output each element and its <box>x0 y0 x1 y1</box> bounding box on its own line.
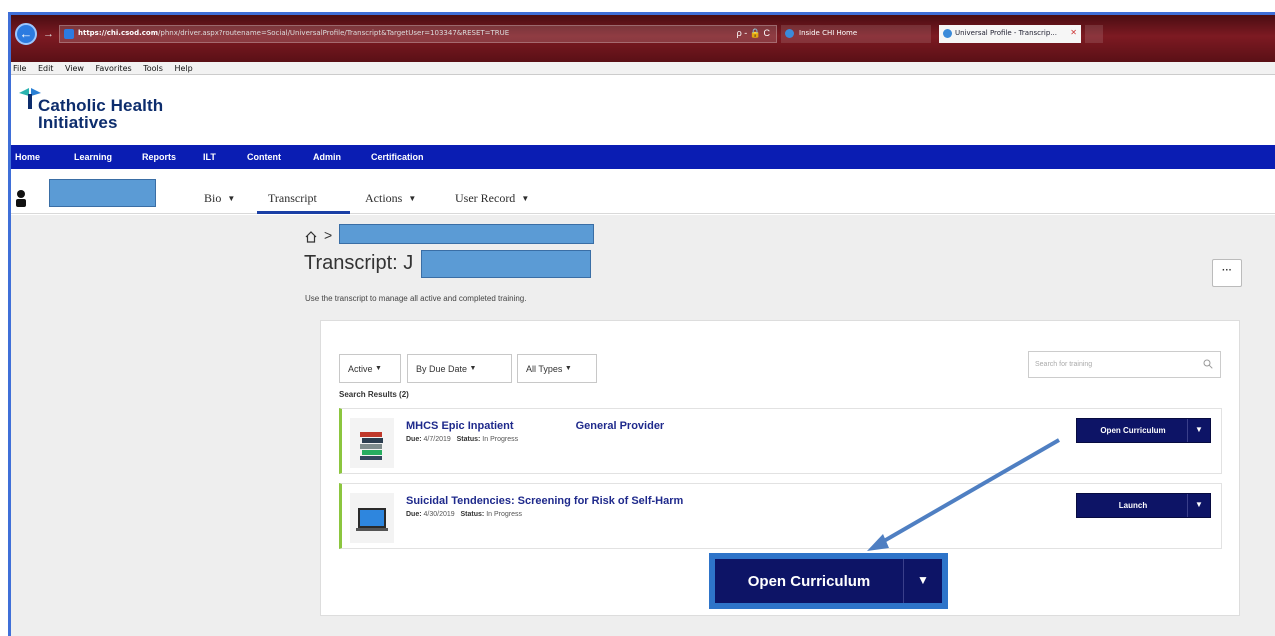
user-icon <box>16 190 26 207</box>
main-nav: Home Learning Reports ILT Content Admin … <box>11 145 1275 169</box>
tab-universal-profile[interactable]: Universal Profile - Transcrip... ✕ <box>939 25 1081 43</box>
back-button[interactable]: ← <box>15 23 37 45</box>
callout-highlight: Open Curriculum ▼ <box>709 553 948 609</box>
nav-ilt[interactable]: ILT <box>203 152 216 162</box>
close-tab-icon[interactable]: ✕ <box>1070 28 1077 37</box>
browser-window: ← → https://chi.csod.com/phnx/driver.asp… <box>8 12 1275 636</box>
more-options-button[interactable]: ··· <box>1212 259 1242 287</box>
type-filter-dropdown[interactable]: All Types ▼ <box>517 354 597 383</box>
chevron-down-icon: ▼ <box>408 194 417 203</box>
site-header: Catholic Health Initiatives <box>11 76 1275 145</box>
redacted-title-name <box>421 250 591 278</box>
chevron-down-icon: ▼ <box>227 194 236 203</box>
menu-help[interactable]: Help <box>174 64 192 73</box>
training-item-mhcs-epic: MHCS Epic Inpatient General Provider Due:… <box>339 408 1222 474</box>
chevron-down-icon[interactable]: ▼ <box>1187 494 1210 517</box>
tab-inside-chi-home[interactable]: Inside CHI Home <box>781 25 931 43</box>
tab-transcript[interactable]: Transcript <box>268 191 317 206</box>
sort-dropdown[interactable]: By Due Date ▼ <box>407 354 512 383</box>
address-bar[interactable]: https://chi.csod.com/phnx/driver.aspx?ro… <box>59 25 777 43</box>
address-actions[interactable]: ρ - 🔒 C <box>737 28 770 39</box>
page-icon <box>64 29 74 39</box>
tab-actions[interactable]: Actions ▼ <box>365 191 416 206</box>
chevron-down-icon: ▼ <box>375 365 382 372</box>
training-subtitle: General Provider <box>575 420 665 432</box>
profile-bar: Bio ▼ Transcript Actions ▼ User Record ▼ <box>11 169 1275 214</box>
monitor-icon <box>350 493 394 543</box>
chevron-down-icon: ▼ <box>564 365 572 372</box>
menu-file[interactable]: File <box>13 64 26 73</box>
search-results-count: Search Results (2) <box>339 390 409 399</box>
browser-toolbar: ← → https://chi.csod.com/phnx/driver.asp… <box>11 15 1275 62</box>
breadcrumb-separator: > <box>324 227 333 243</box>
chevron-down-icon: ▼ <box>521 194 530 203</box>
logo-text[interactable]: Catholic Health Initiatives <box>38 97 163 131</box>
training-meta: Due: 4/7/2019 Status: In Progress <box>406 436 519 443</box>
nav-certification[interactable]: Certification <box>371 152 424 162</box>
redacted-breadcrumb <box>339 224 594 244</box>
open-curriculum-button[interactable]: Open Curriculum ▼ <box>1076 418 1211 443</box>
nav-learning[interactable]: Learning <box>74 152 112 162</box>
redacted-user-name <box>49 179 156 207</box>
nav-admin[interactable]: Admin <box>313 152 341 162</box>
transcript-card: Active ▼ By Due Date ▼ All Types ▼ Searc… <box>320 320 1240 616</box>
forward-button[interactable]: → <box>43 28 54 40</box>
nav-home[interactable]: Home <box>15 152 40 162</box>
ie-tab-icon <box>943 29 952 38</box>
search-input[interactable]: Search for training <box>1028 351 1221 378</box>
chevron-down-icon[interactable]: ▼ <box>903 559 942 603</box>
page-description: Use the transcript to manage all active … <box>305 294 527 303</box>
url-text: https://chi.csod.com/phnx/driver.aspx?ro… <box>78 29 510 37</box>
nav-reports[interactable]: Reports <box>142 152 176 162</box>
status-filter-dropdown[interactable]: Active ▼ <box>339 354 401 383</box>
tab-user-record[interactable]: User Record ▼ <box>455 191 529 206</box>
home-icon[interactable] <box>305 231 317 243</box>
training-title[interactable]: MHCS Epic Inpatient General Provider <box>406 420 664 432</box>
ie-tab-icon <box>785 29 794 38</box>
chevron-down-icon: ▼ <box>469 365 477 372</box>
open-curriculum-callout-button[interactable]: Open Curriculum ▼ <box>715 559 942 603</box>
training-meta: Due: 4/30/2019 Status: In Progress <box>406 511 522 518</box>
page-title: Transcript: J <box>304 252 414 274</box>
active-tab-indicator <box>257 211 350 214</box>
training-item-suicidal-tendencies: Suicidal Tendencies: Screening for Risk … <box>339 483 1222 549</box>
menu-tools[interactable]: Tools <box>143 64 163 73</box>
training-title[interactable]: Suicidal Tendencies: Screening for Risk … <box>406 495 683 507</box>
main-content: > Transcript: J Use the transcript to ma… <box>11 215 1275 636</box>
search-icon[interactable] <box>1203 359 1213 369</box>
tab-bio[interactable]: Bio ▼ <box>204 191 235 206</box>
menu-edit[interactable]: Edit <box>38 64 54 73</box>
menu-view[interactable]: View <box>65 64 84 73</box>
menu-bar: File Edit View Favorites Tools Help <box>11 62 1275 75</box>
new-tab-button[interactable] <box>1085 25 1103 43</box>
books-icon <box>350 418 394 468</box>
launch-button[interactable]: Launch ▼ <box>1076 493 1211 518</box>
menu-favorites[interactable]: Favorites <box>96 64 132 73</box>
chevron-down-icon[interactable]: ▼ <box>1187 419 1210 442</box>
nav-content[interactable]: Content <box>247 152 281 162</box>
